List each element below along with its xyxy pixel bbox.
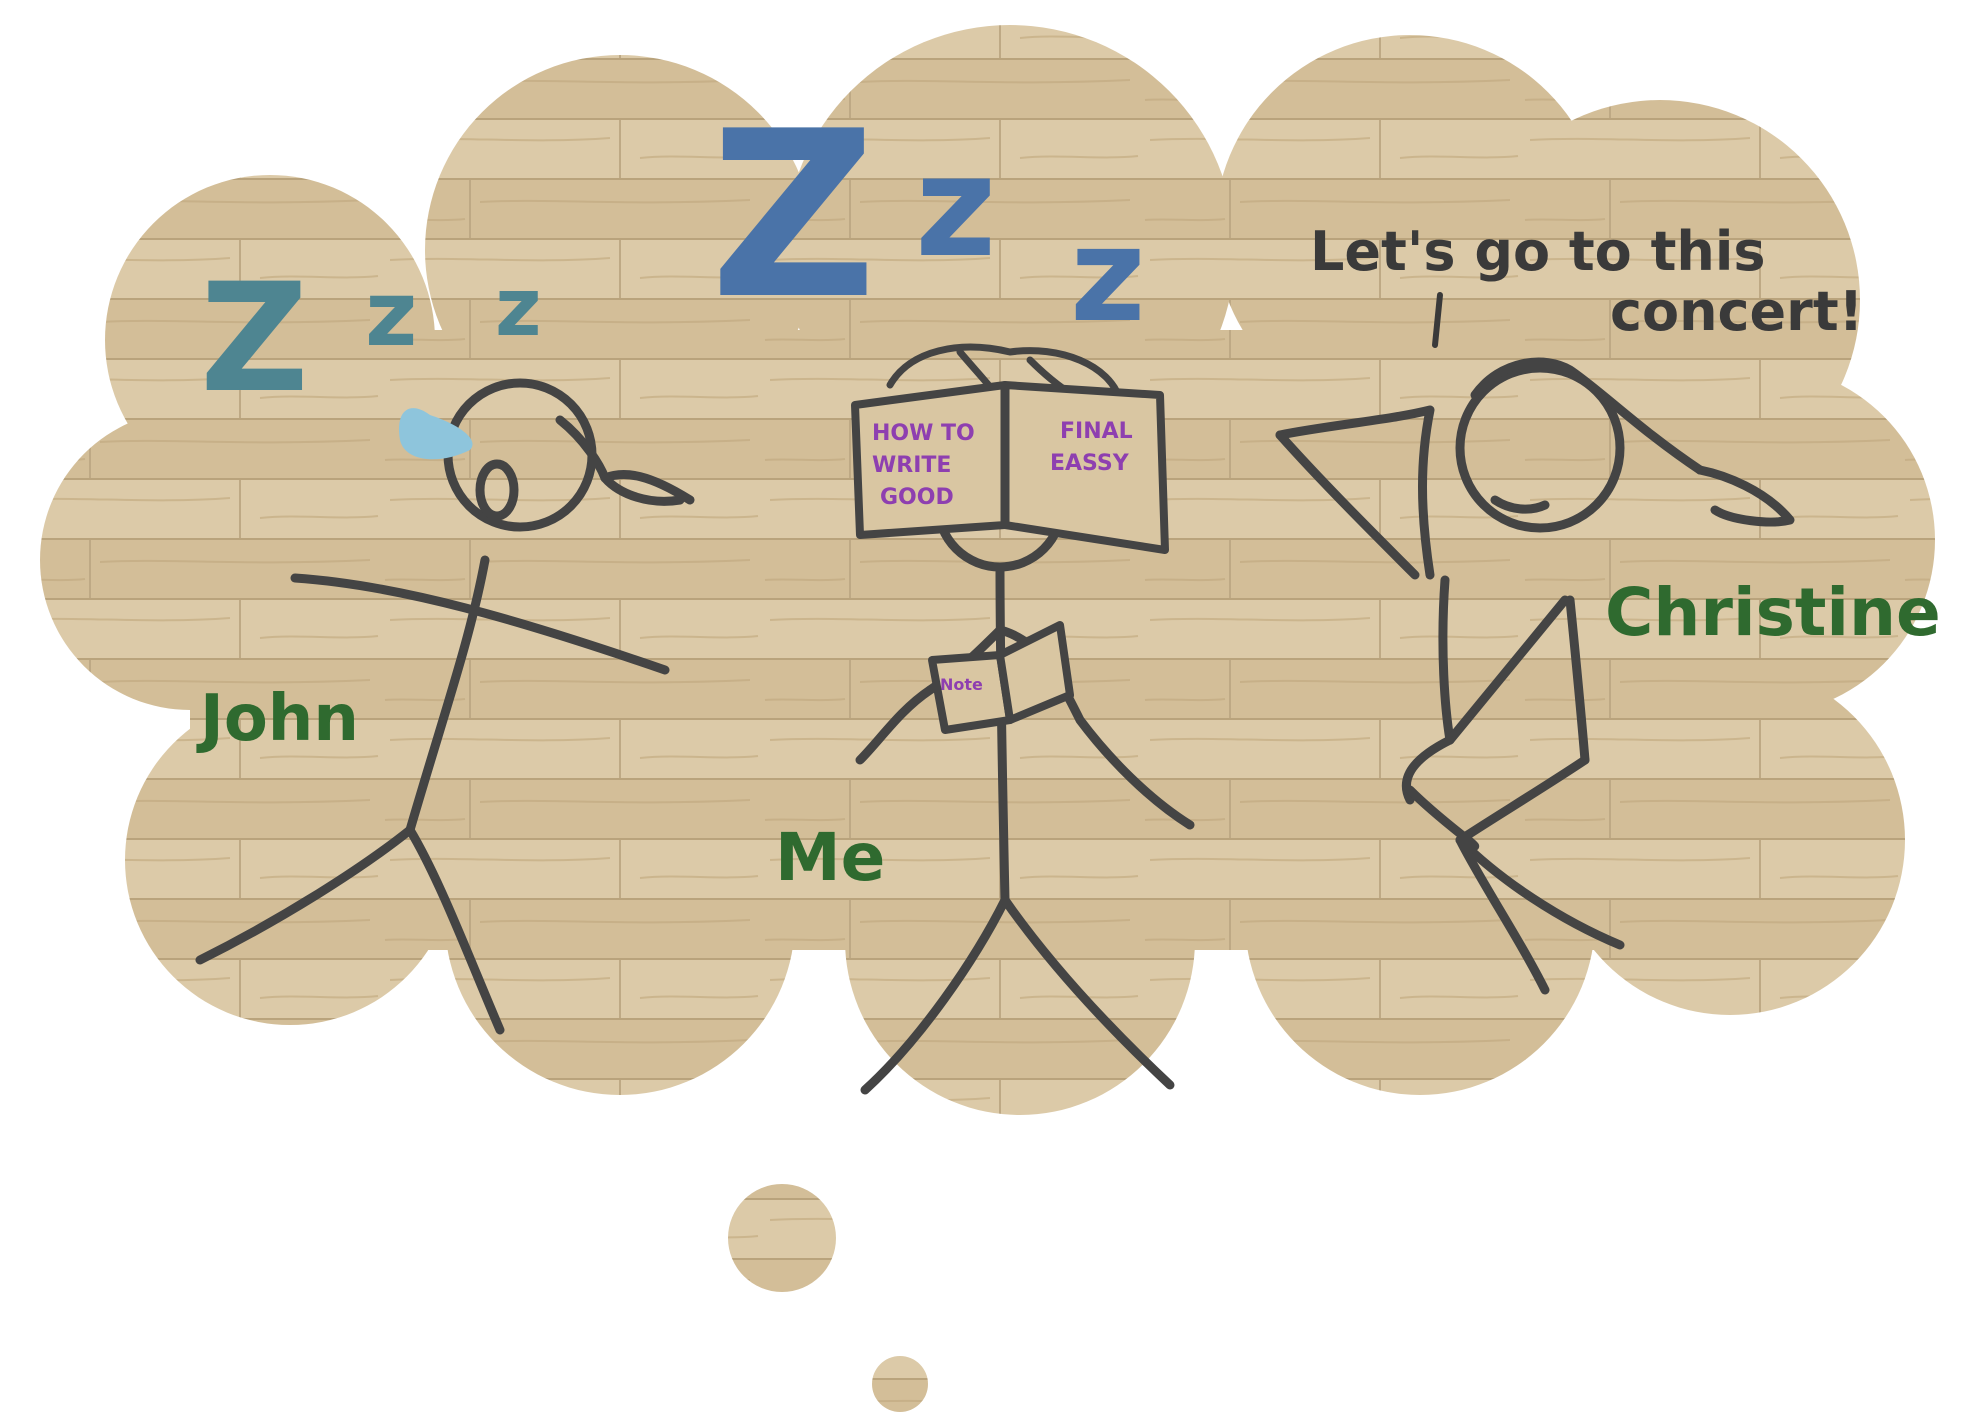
svg-text:GOOD: GOOD bbox=[880, 485, 954, 510]
svg-text:HOW TO: HOW TO bbox=[872, 421, 975, 446]
svg-text:z: z bbox=[1070, 199, 1146, 351]
thought-bubble-drawing: Z z z John HOW TO WRITE GOOD FINAL EASSY… bbox=[25, 10, 1950, 1420]
svg-text:FINAL: FINAL bbox=[1060, 419, 1133, 444]
svg-text:z: z bbox=[495, 261, 542, 354]
svg-text:z: z bbox=[365, 262, 417, 367]
me-label: Me bbox=[775, 819, 885, 896]
svg-text:concert!: concert! bbox=[1610, 280, 1863, 343]
christine-label: Christine bbox=[1605, 574, 1941, 651]
svg-text:Let's go to this: Let's go to this bbox=[1310, 220, 1766, 283]
svg-text:z: z bbox=[915, 126, 996, 289]
open-book: HOW TO WRITE GOOD FINAL EASSY bbox=[851, 381, 1169, 554]
thought-trail bbox=[720, 1176, 936, 1420]
svg-text:EASSY: EASSY bbox=[1050, 451, 1130, 476]
svg-text:Z: Z bbox=[200, 252, 309, 426]
svg-text:WRITE: WRITE bbox=[872, 453, 951, 478]
svg-text:Z: Z bbox=[710, 83, 877, 350]
svg-text:Note: Note bbox=[940, 675, 983, 694]
john-label: John bbox=[196, 682, 359, 756]
